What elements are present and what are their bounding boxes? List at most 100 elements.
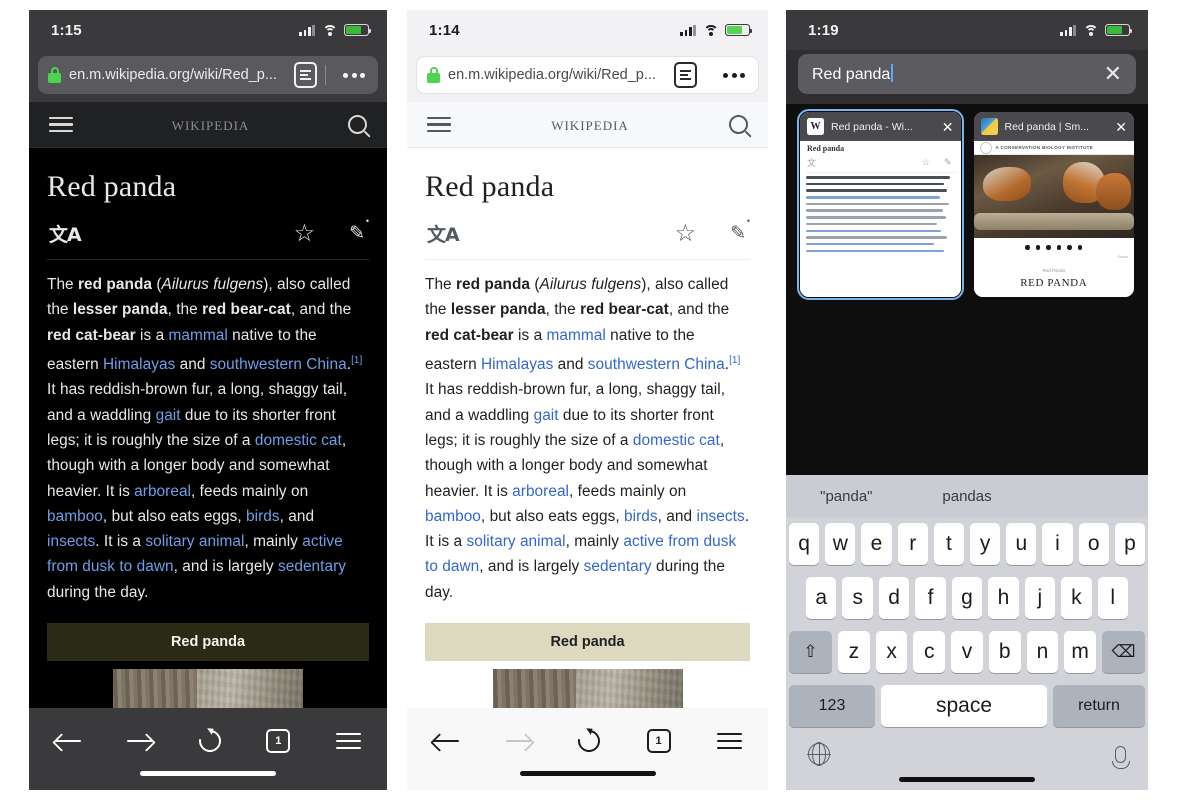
phone-light-browser: 1:14 en.m.wikipedia.org/wiki/Red_p... Wi… — [407, 10, 768, 790]
site-header: A CONSERVATION BIOLOGY INSTITUTE — [973, 141, 1134, 155]
numeric-key[interactable]: 123 — [789, 685, 875, 727]
key-w[interactable]: w — [825, 523, 856, 565]
key-k[interactable]: k — [1061, 577, 1092, 619]
suggestion-1[interactable]: pandas — [907, 488, 1028, 505]
url-text[interactable]: en.m.wikipedia.org/wiki/Red_p... — [448, 67, 666, 83]
key-c[interactable]: c — [913, 631, 946, 673]
key-r[interactable]: r — [897, 523, 928, 565]
globe-icon[interactable] — [807, 742, 831, 766]
search-icon[interactable] — [729, 115, 748, 134]
return-key[interactable]: return — [1053, 685, 1145, 727]
forward-button — [505, 733, 532, 750]
close-tab-icon[interactable]: ✕ — [942, 120, 954, 134]
lock-icon — [427, 67, 440, 83]
preview-action-row: 文 ☆ ✎ — [800, 154, 961, 172]
key-g[interactable]: g — [951, 577, 983, 619]
backspace-key[interactable]: ⌫ — [1102, 631, 1145, 673]
url-text[interactable]: en.m.wikipedia.org/wiki/Red_p... — [69, 67, 286, 83]
tab-card-smithsonian[interactable]: Red panda | Sm... ✕ A CONSERVATION BIOLO… — [973, 112, 1135, 297]
watchlist-star-icon[interactable]: ☆ — [675, 221, 697, 246]
tabs-button[interactable]: 1 — [266, 729, 291, 753]
home-indicator — [899, 777, 1035, 782]
browser-menu-button[interactable] — [336, 733, 361, 749]
language-icon[interactable]: 文A — [49, 220, 82, 247]
key-b[interactable]: b — [988, 631, 1021, 673]
tab-search-input[interactable]: Red panda ✕ — [798, 54, 1136, 94]
menu-icon[interactable] — [49, 116, 73, 133]
key-x[interactable]: x — [875, 631, 908, 673]
reader-view-icon[interactable] — [674, 62, 697, 88]
shift-key[interactable]: ⇧ — [789, 631, 832, 673]
tab-count: 1 — [275, 735, 282, 747]
key-z[interactable]: z — [838, 631, 870, 673]
key-o[interactable]: o — [1078, 523, 1109, 565]
status-bar: 1:15 — [29, 10, 387, 50]
reload-button[interactable] — [573, 725, 605, 757]
divider — [806, 172, 955, 173]
key-h[interactable]: h — [988, 577, 1019, 619]
key-a[interactable]: a — [806, 577, 837, 619]
language-icon[interactable]: 文A — [427, 220, 460, 247]
microphone-icon[interactable] — [1111, 745, 1130, 769]
key-t[interactable]: t — [933, 523, 964, 565]
key-u[interactable]: u — [1006, 523, 1037, 565]
key-q[interactable]: q — [788, 523, 820, 565]
url-bar-container: en.m.wikipedia.org/wiki/Red_p... — [407, 50, 768, 102]
watchlist-star-icon[interactable]: ☆ — [294, 221, 316, 246]
tab-title: Red panda | Sm... — [1004, 120, 1089, 133]
battery-icon — [344, 24, 372, 36]
keyboard-bottom-row — [786, 731, 1148, 773]
browser-menu-button[interactable] — [717, 733, 742, 749]
tab-preview: A CONSERVATION BIOLOGY INSTITUTE Share R… — [973, 141, 1135, 297]
edit-pencil-icon[interactable]: ✎ • — [349, 216, 369, 245]
key-m[interactable]: m — [1064, 631, 1097, 673]
lead-paragraph: The red panda (Ailurus fulgens), also ca… — [425, 276, 750, 601]
key-i[interactable]: i — [1042, 523, 1073, 565]
tab-card-wikipedia[interactable]: W Red panda - Wi... ✕ Red panda 文 ☆ ✎ — [797, 109, 964, 300]
lock-badge-icon: • — [365, 216, 369, 226]
key-d[interactable]: d — [878, 577, 910, 619]
battery-icon — [725, 24, 753, 36]
lead-paragraph: The red panda (Ailurus fulgens), also ca… — [47, 276, 363, 601]
virtual-keyboard: "panda" pandas qwertyuiop asdfghjkl ⇧ zx… — [786, 475, 1148, 790]
screenshot-stage: 1:15 en.m.wikipedia.org/wiki/Red_p... Wi… — [0, 0, 1200, 800]
language-icon: 文 — [807, 158, 817, 168]
key-p[interactable]: p — [1114, 523, 1146, 565]
battery-icon — [1105, 24, 1133, 36]
reload-button[interactable] — [194, 725, 225, 757]
more-options-icon[interactable] — [334, 72, 374, 78]
status-bar: 1:14 — [407, 10, 768, 50]
address-bar[interactable]: en.m.wikipedia.org/wiki/Red_p... — [416, 56, 759, 94]
key-s[interactable]: s — [842, 577, 873, 619]
key-e[interactable]: e — [861, 523, 892, 565]
article-body: Red panda 文A ☆ ✎ • The red panda (Ailurus… — [407, 148, 768, 789]
search-icon[interactable] — [348, 115, 367, 134]
phone-dark-browser: 1:15 en.m.wikipedia.org/wiki/Red_p... Wi… — [29, 10, 387, 790]
suggestion-0[interactable]: "panda" — [786, 488, 907, 505]
menu-icon[interactable] — [427, 116, 451, 133]
preview-heading: RED PANDA — [1020, 276, 1088, 289]
more-options-icon[interactable] — [714, 72, 754, 78]
address-bar[interactable]: en.m.wikipedia.org/wiki/Red_p... — [38, 56, 378, 94]
back-button[interactable] — [55, 733, 81, 750]
key-v[interactable]: v — [951, 631, 983, 673]
key-n[interactable]: n — [1026, 631, 1059, 673]
back-button[interactable] — [433, 733, 459, 750]
tabs-button[interactable]: 1 — [646, 729, 671, 753]
photo-caption: Red Panda — [1042, 267, 1066, 273]
browser-toolbar: 1 — [29, 708, 387, 790]
carousel-dots[interactable] — [974, 238, 1135, 254]
close-tab-icon[interactable]: ✕ — [1115, 120, 1127, 134]
clear-search-icon[interactable]: ✕ — [1104, 63, 1122, 85]
key-j[interactable]: j — [1024, 577, 1056, 619]
key-y[interactable]: y — [970, 523, 1001, 565]
forward-button[interactable] — [126, 733, 153, 750]
keyboard-row-2: asdfghjkl — [786, 571, 1148, 625]
key-l[interactable]: l — [1097, 577, 1128, 619]
edit-pencil-icon[interactable]: ✎ • — [730, 216, 750, 245]
suggestion-bar: "panda" pandas — [786, 475, 1148, 517]
key-f[interactable]: f — [915, 577, 946, 619]
pencil-icon: ✎ — [943, 157, 952, 167]
space-key[interactable]: space — [881, 685, 1047, 727]
reader-view-icon[interactable] — [294, 62, 317, 88]
